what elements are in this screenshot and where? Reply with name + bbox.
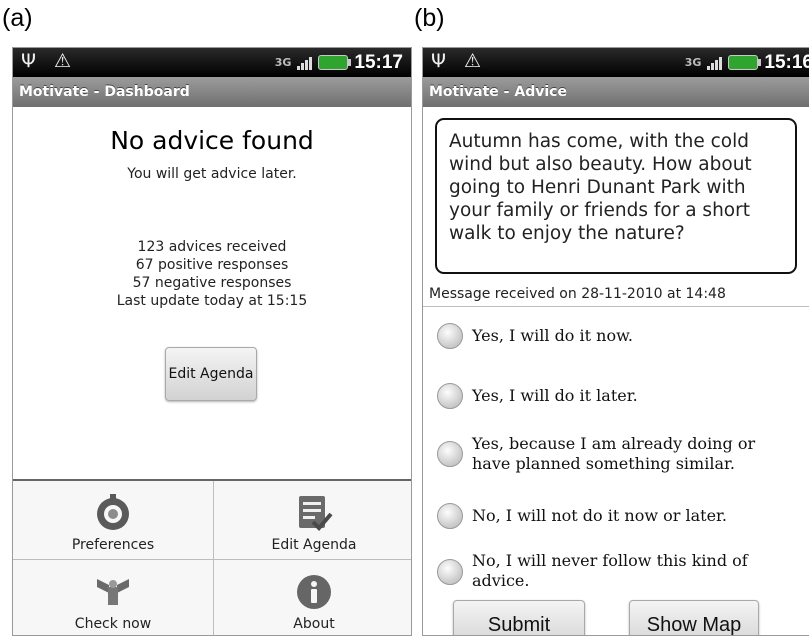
stat-line: Last update today at 15:15	[116, 293, 308, 309]
status-clock: 15:16	[764, 51, 809, 73]
app-title-bar: Motivate - Advice	[423, 77, 809, 107]
battery-icon	[728, 55, 762, 70]
option-label: No, I will never follow this kind of adv…	[472, 551, 748, 587]
option-label: No, I will not do it now or later.	[472, 506, 728, 525]
stat-line: 123 advices received	[137, 239, 287, 255]
signal-icon	[707, 56, 723, 70]
panel-label-a: (a)	[2, 4, 33, 32]
response-option[interactable]: Yes, I will do it later.	[437, 383, 638, 409]
advice-message: Autumn has come, with the cold wind but …	[435, 118, 797, 274]
menu-item-preferences[interactable]: Preferences	[13, 481, 213, 561]
phone-dashboard: Ψ ⚠ 3G 15:17 Motivate - Dashboard No adv…	[12, 47, 412, 636]
response-option[interactable]: Yes, because I am already doing or have …	[437, 434, 797, 474]
menu-item-label: Preferences	[71, 537, 155, 553]
dashboard-subheading: You will get advice later.	[127, 166, 297, 182]
options-menu: Preferences Edit Agenda Check now About	[13, 479, 411, 635]
status-bar: Ψ ⚠ 3G 15:16	[423, 48, 809, 77]
usb-warning-icons: Ψ ⚠	[21, 50, 78, 72]
status-bar: Ψ ⚠ 3G 15:17	[13, 48, 411, 77]
battery-icon	[318, 55, 352, 70]
received-timestamp: Message received on 28-11-2010 at 14:48	[429, 286, 726, 302]
response-option[interactable]: Yes, I will do it now.	[437, 323, 633, 349]
network-type: 3G	[684, 55, 702, 69]
option-label: Yes, because I am already doing or have …	[472, 434, 756, 473]
menu-item-label: Edit Agenda	[271, 537, 357, 553]
option-label: Yes, I will do it later.	[472, 386, 638, 405]
network-icon	[93, 572, 133, 612]
panel-label-b: (b)	[414, 4, 445, 32]
stat-line: 57 negative responses	[132, 275, 292, 291]
stat-line: 67 positive responses	[135, 257, 289, 273]
stats-block: 123 advices received 67 positive respons…	[13, 238, 411, 310]
submit-button[interactable]: Submit	[453, 600, 585, 635]
menu-item-about[interactable]: About	[214, 560, 411, 635]
menu-item-label: Check now	[74, 616, 152, 632]
response-option[interactable]: No, I will not do it now or later.	[437, 503, 727, 529]
radio-button[interactable]	[437, 559, 463, 585]
checklist-icon	[294, 493, 334, 533]
radio-button[interactable]	[437, 441, 463, 467]
phone-advice: Ψ ⚠ 3G 15:16 Motivate - Advice Autumn ha…	[422, 47, 809, 636]
dashboard-heading: No advice found	[110, 126, 314, 155]
info-icon	[294, 572, 334, 612]
network-type: 3G	[274, 55, 292, 69]
edit-agenda-button[interactable]: Edit Agenda	[165, 347, 257, 401]
status-clock: 15:17	[354, 51, 403, 73]
response-option[interactable]: No, I will never follow this kind of adv…	[437, 551, 797, 587]
show-map-button[interactable]: Show Map	[629, 600, 759, 635]
menu-item-label: About	[293, 616, 335, 632]
signal-icon	[297, 56, 313, 70]
usb-warning-icons: Ψ ⚠	[431, 50, 488, 72]
menu-item-edit-agenda[interactable]: Edit Agenda	[214, 481, 411, 561]
option-label: Yes, I will do it now.	[472, 326, 633, 345]
menu-item-check-now[interactable]: Check now	[13, 560, 213, 635]
radio-button[interactable]	[437, 383, 463, 409]
radio-button[interactable]	[437, 323, 463, 349]
app-title-bar: Motivate - Dashboard	[13, 77, 411, 107]
divider	[423, 306, 809, 307]
gear-icon	[93, 493, 133, 533]
radio-button[interactable]	[437, 503, 463, 529]
